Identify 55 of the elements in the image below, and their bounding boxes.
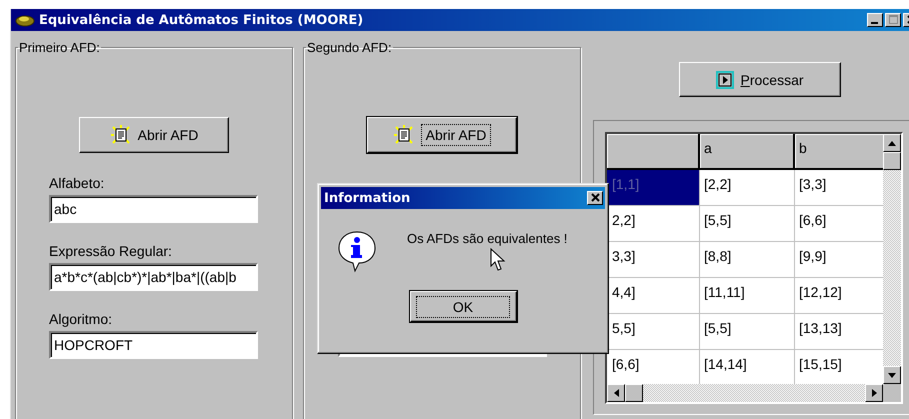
right-arrow-icon — [872, 389, 876, 397]
open-button[interactable]: Abrir AFD — [367, 117, 517, 153]
input-field[interactable]: abc — [49, 195, 258, 223]
table-cell[interactable]: 4,4] — [607, 278, 700, 314]
window-title: Equivalência de Autômatos Finitos (MOORE) — [39, 12, 364, 28]
ok-button[interactable]: OK — [410, 291, 516, 322]
up-arrow-icon — [888, 140, 896, 146]
table-cell[interactable]: [3,3] — [795, 170, 885, 206]
table-cell[interactable]: [11,11] — [700, 278, 795, 314]
document-icon — [392, 124, 415, 146]
table-cell[interactable]: [6,6] — [795, 206, 885, 242]
scroll-down-button[interactable] — [883, 366, 901, 384]
left-arrow-icon — [614, 389, 618, 397]
table-cell[interactable]: 3,3] — [607, 242, 700, 278]
table-cell[interactable]: 2,2] — [607, 206, 700, 242]
close-icon — [590, 193, 600, 202]
field-label: Expressão Regular: — [49, 243, 173, 259]
scroll-right-button[interactable] — [865, 384, 883, 402]
dialog-title: Information — [324, 190, 410, 206]
field-label: Alfabeto: — [49, 175, 106, 191]
open-button[interactable]: Abrir AFD — [79, 117, 229, 153]
group-title: Primeiro AFD: — [18, 40, 101, 55]
scroll-left-button[interactable] — [607, 384, 625, 402]
minimize-button[interactable] — [867, 13, 883, 27]
table-cell[interactable]: [9,9] — [795, 242, 885, 278]
input-field[interactable]: HOPCROFT — [49, 331, 258, 359]
scroll-up-button[interactable] — [883, 134, 901, 152]
scroll-thumb[interactable] — [625, 384, 643, 402]
dialog-message: Os AFDs são equivalentes ! — [407, 231, 568, 246]
document-icon — [110, 124, 132, 146]
close-button[interactable] — [587, 191, 603, 205]
maximize-icon — [888, 15, 898, 24]
table-cell[interactable]: [2,2] — [700, 170, 795, 206]
input-field[interactable]: a*b*c*(ab|cb*)*|ab*|ba*|((ab|b — [49, 263, 258, 291]
play-icon — [716, 70, 734, 88]
table-cell[interactable]: [13,13] — [795, 314, 885, 350]
group-title: Segundo AFD: — [306, 40, 393, 55]
table-cell[interactable]: [6,6] — [607, 350, 700, 386]
table-cell[interactable]: [15,15] — [795, 350, 885, 386]
table-cell[interactable]: [8,8] — [700, 242, 795, 278]
table-cell[interactable]: [12,12] — [795, 278, 885, 314]
table-cell[interactable]: [5,5] — [700, 314, 795, 350]
table-cell[interactable]: 5,5] — [607, 314, 700, 350]
info-icon — [337, 229, 377, 273]
scroll-thumb[interactable] — [883, 152, 901, 170]
down-arrow-icon — [888, 372, 896, 378]
maximize-button[interactable] — [885, 13, 901, 27]
column-header: a — [700, 134, 795, 170]
field-label: Algoritmo: — [49, 311, 114, 327]
table-cell[interactable]: [14,14] — [700, 350, 795, 386]
mouse-cursor-icon — [490, 248, 506, 272]
column-header: b — [795, 134, 885, 170]
app-icon — [15, 13, 35, 27]
table-cell[interactable]: [5,5] — [700, 206, 795, 242]
process-button[interactable]: Processar — [679, 62, 841, 97]
